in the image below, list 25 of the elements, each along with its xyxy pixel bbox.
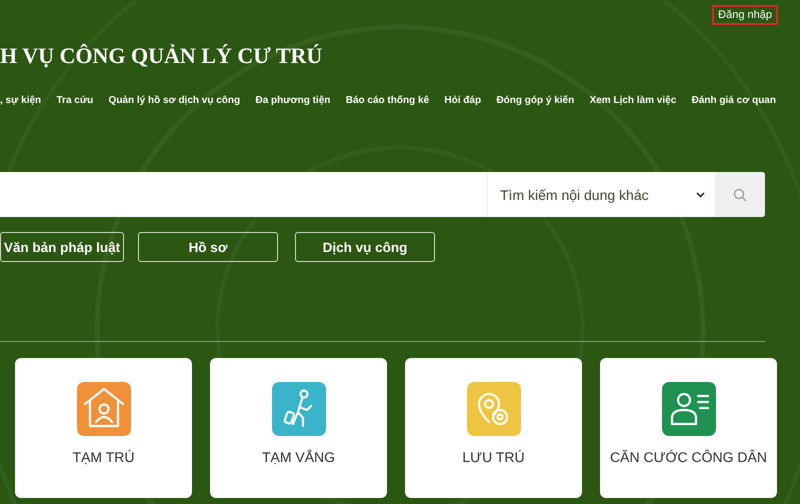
nav-link[interactable]: Đóng góp ý kiến bbox=[496, 95, 574, 106]
service-label: TẠM VẮNG bbox=[262, 449, 336, 465]
nav-link[interactable]: , sự kiện bbox=[0, 95, 42, 106]
nav-link[interactable]: Quản lý hồ sơ dịch vụ công bbox=[108, 95, 240, 106]
chevron-down-icon bbox=[696, 192, 705, 198]
service-label: CĂN CƯỚC CÔNG DÂN bbox=[610, 449, 767, 465]
service-card[interactable]: LƯU TRÚ bbox=[405, 358, 582, 498]
nav-link[interactable]: Đa phương tiện bbox=[255, 95, 330, 106]
service-label: TẠM TRÚ bbox=[72, 449, 134, 465]
nav-link[interactable]: Tra cứu bbox=[56, 95, 94, 106]
service-card[interactable]: TẠM VẮNG bbox=[210, 358, 387, 498]
service-card[interactable]: CĂN CƯỚC CÔNG DÂN bbox=[600, 358, 777, 498]
filter-button[interactable]: Văn bản pháp luật bbox=[0, 232, 124, 262]
login-button[interactable]: Đăng nhập bbox=[712, 5, 778, 25]
nav-link[interactable]: Hỏi đáp bbox=[444, 95, 482, 106]
nav-link[interactable]: Xem Lịch làm việc bbox=[590, 95, 676, 106]
search-button[interactable] bbox=[715, 172, 765, 217]
search-icon bbox=[733, 188, 747, 202]
service-card[interactable]: TẠM TRÚ bbox=[15, 358, 192, 498]
site-title: H VỤ CÔNG QUẢN LÝ CƯ TRÚ bbox=[0, 43, 324, 70]
filter-button[interactable]: Dịch vụ công bbox=[295, 232, 435, 262]
nav-link[interactable]: Báo cáo thống kê bbox=[346, 95, 430, 106]
service-label: LƯU TRÚ bbox=[462, 449, 525, 465]
nav-link[interactable]: Đánh giá cơ quan bbox=[692, 95, 776, 106]
filter-button[interactable]: Hồ sơ bbox=[138, 232, 278, 262]
